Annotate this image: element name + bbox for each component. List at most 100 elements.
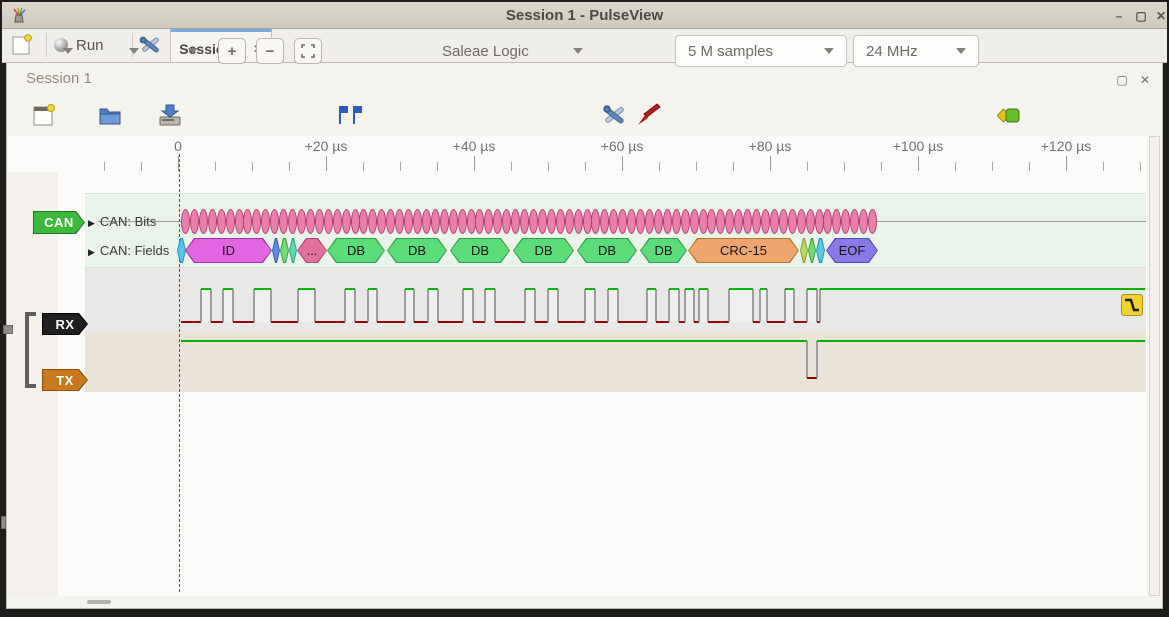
window-title: Session 1 - PulseView <box>2 7 1167 24</box>
title-bar[interactable]: Session 1 - PulseView – ▢ ✕ <box>2 2 1167 29</box>
ruler-major-tick <box>770 156 771 171</box>
toolbar-separator <box>46 33 47 57</box>
maximize-button[interactable]: ▢ <box>1132 8 1150 24</box>
can-bit-oval <box>342 209 351 234</box>
channel-tag-rx[interactable]: RX <box>42 313 88 335</box>
settings-icon <box>138 34 162 56</box>
ruler-label: +100 µs <box>893 138 944 154</box>
dock-handle[interactable] <box>1 516 6 529</box>
can-bit-oval <box>636 209 645 234</box>
decode-field-db: DB <box>327 238 385 263</box>
panel-close-icon[interactable]: ✕ <box>1137 72 1153 88</box>
sample-rate-select[interactable]: 24 MHz <box>853 35 979 67</box>
vertical-scrollbar[interactable] <box>1149 136 1160 596</box>
show-flags-button[interactable] <box>336 100 364 130</box>
decode-field-label: DB <box>641 239 686 262</box>
horizontal-scrollbar-handle[interactable] <box>87 600 111 604</box>
sample-count-value: 5 M samples <box>688 43 773 60</box>
ruler-minor-tick <box>844 162 845 171</box>
zoom-out-button[interactable]: − <box>256 38 284 64</box>
channel-group-bracket[interactable] <box>25 312 36 388</box>
zoom-fit-button[interactable] <box>294 38 322 64</box>
can-bit-oval <box>663 209 672 234</box>
can-bit-oval <box>583 209 592 234</box>
row-label-can-bits: CAN: Bits <box>100 214 156 229</box>
save-dropdown-caret[interactable] <box>188 48 198 54</box>
decode-field-label: DB <box>514 239 573 262</box>
device-select[interactable]: Saleae Logic <box>430 35 595 67</box>
sample-count-select[interactable]: 5 M samples <box>675 35 847 67</box>
decoder-row-can-bits[interactable]: ▶ CAN: Bits <box>88 214 156 229</box>
zoom-in-icon: + <box>228 43 237 60</box>
session-run-button[interactable] <box>997 107 1021 125</box>
open-folder-icon <box>98 104 122 126</box>
ruler-minor-tick <box>881 162 882 171</box>
ruler-major-tick <box>178 156 179 171</box>
zoom-in-button[interactable]: + <box>218 38 246 64</box>
trigger-flags-icon <box>336 103 364 127</box>
decode-field-label: DB <box>451 239 509 262</box>
sample-rate-caret <box>956 48 966 54</box>
ruler-major-tick <box>1066 156 1067 171</box>
ruler-minor-tick <box>585 162 586 171</box>
ruler-label: +20 µs <box>305 138 348 154</box>
can-bit-oval <box>324 209 333 234</box>
open-dropdown-caret[interactable] <box>129 48 139 54</box>
new-session-icon <box>12 34 32 56</box>
can-bit-oval <box>681 209 690 234</box>
trigger-marker[interactable] <box>1121 294 1143 316</box>
ruler-major-tick <box>918 156 919 171</box>
configure-device-button[interactable] <box>600 100 628 130</box>
decode-field-label: DB <box>578 239 636 262</box>
decode-field-label <box>817 239 824 262</box>
decode-field-label <box>281 239 288 262</box>
save-button[interactable] <box>156 100 184 130</box>
decode-field-label: CRC-15 <box>689 239 798 262</box>
new-file-dropdown-caret[interactable] <box>63 48 73 54</box>
can-bit-oval <box>467 209 476 234</box>
channels-button[interactable] <box>634 100 662 130</box>
can-bit-oval <box>556 209 565 234</box>
ruler-label: +60 µs <box>601 138 644 154</box>
can-bit-oval <box>690 209 699 234</box>
open-button[interactable] <box>96 100 124 130</box>
sample-rate-value: 24 MHz <box>866 43 918 60</box>
expand-arrow-icon[interactable]: ▶ <box>88 247 95 257</box>
session-panel-title: Session 1 <box>26 70 92 87</box>
can-bit-oval <box>779 209 788 234</box>
decoder-row-can-fields[interactable]: ▶CAN: Fields <box>88 243 169 258</box>
ruler-minor-tick <box>1140 162 1141 171</box>
can-bit-oval <box>797 209 806 234</box>
ruler-minor-tick <box>696 162 697 171</box>
decoder-tag-can-label: CAN <box>34 212 84 233</box>
channel-tag-tx[interactable]: TX <box>42 369 88 391</box>
channel-tag-tx-label: TX <box>43 370 87 390</box>
tx-waveform <box>85 331 1146 392</box>
can-bit-oval <box>458 209 467 234</box>
can-bit-oval <box>413 209 422 234</box>
ruler-minor-tick <box>437 162 438 171</box>
can-bit-oval <box>404 209 413 234</box>
can-bit-oval <box>868 209 877 234</box>
ruler-minor-tick <box>1103 162 1104 171</box>
new-file-button[interactable] <box>30 100 58 130</box>
run-button[interactable]: Run <box>54 32 126 58</box>
minimize-button[interactable]: – <box>1110 8 1128 24</box>
ruler-minor-tick <box>400 162 401 171</box>
time-cursor[interactable] <box>179 154 180 592</box>
expand-arrow-icon[interactable]: ▶ <box>88 218 95 228</box>
ruler-major-tick <box>474 156 475 171</box>
settings-button[interactable] <box>138 34 162 60</box>
can-bit-oval <box>431 209 440 234</box>
close-button[interactable]: ✕ <box>1152 8 1169 24</box>
dock-handle[interactable] <box>3 325 13 334</box>
decoder-tag-can[interactable]: CAN <box>33 211 85 234</box>
can-bit-oval <box>351 209 360 234</box>
new-session-button[interactable] <box>12 34 32 60</box>
can-bit-oval <box>199 209 208 234</box>
ruler-label: +80 µs <box>749 138 792 154</box>
panel-float-icon[interactable]: ▢ <box>1114 72 1130 88</box>
ruler-label: 0 <box>174 138 182 154</box>
can-bit-oval <box>574 209 583 234</box>
can-bit-oval <box>288 209 297 234</box>
